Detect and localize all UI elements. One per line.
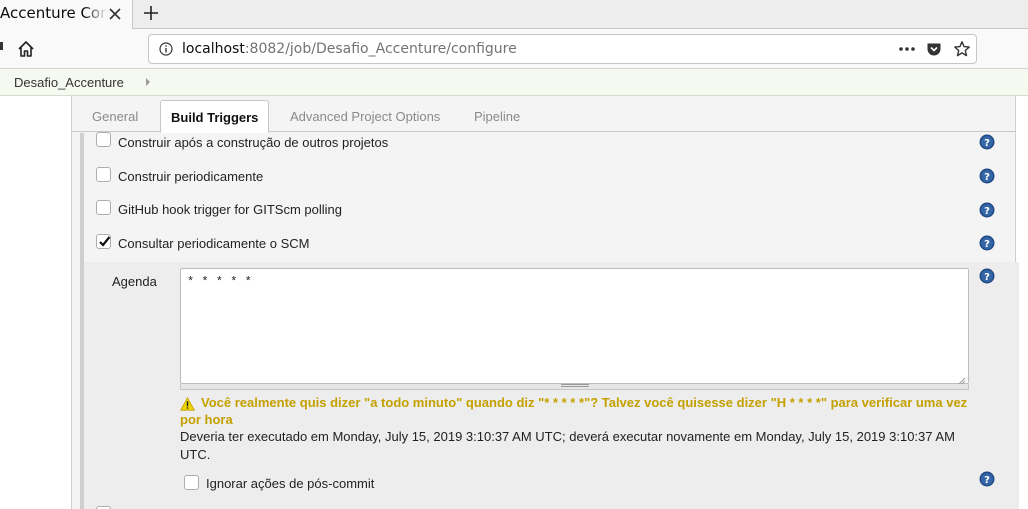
poll-scm-settings: Agenda * * * * * ? Você realmente quis d… (84, 262, 1019, 509)
browser-nav-bar: localhost:8082/job/Desafio_Accenture/con… (0, 29, 1028, 69)
schedule-textarea[interactable]: * * * * * (180, 268, 969, 384)
trigger-label: Consultar periodicamente o SCM (118, 236, 310, 251)
tab-general[interactable]: General (92, 100, 138, 132)
trigger-checkbox-poll-scm[interactable] (96, 234, 111, 249)
textarea-resize-grip-icon[interactable] (957, 374, 966, 385)
svg-text:?: ? (984, 206, 990, 217)
svg-text:?: ? (984, 138, 990, 149)
browser-tab[interactable]: Accenture Configuration (0, 0, 133, 29)
home-icon[interactable] (17, 40, 35, 58)
tab-build-triggers[interactable]: Build Triggers (160, 100, 270, 133)
help-icon[interactable]: ? (979, 235, 995, 251)
ignore-post-commit-checkbox[interactable] (184, 475, 199, 490)
help-icon[interactable]: ? (979, 134, 995, 150)
help-icon[interactable]: ? (979, 268, 995, 284)
schedule-warning: Você realmente quis dizer "a todo minuto… (180, 395, 968, 427)
trigger-label: Construir após a construção de outros pr… (118, 135, 389, 150)
trigger-checkbox-periodic-build[interactable] (96, 167, 111, 182)
help-icon[interactable]: ? (979, 471, 995, 487)
page-actions-icon[interactable] (897, 41, 917, 57)
build-triggers-section: Construir após a construção de outros pr… (80, 132, 1019, 509)
site-info-icon[interactable] (159, 42, 173, 56)
url-text[interactable]: localhost:8082/job/Desafio_Accenture/con… (182, 41, 517, 57)
textarea-expand-handle[interactable] (180, 384, 969, 390)
svg-text:?: ? (984, 239, 990, 250)
svg-text:?: ? (984, 475, 990, 486)
trigger-checkbox-after-other-projects[interactable] (96, 132, 111, 147)
tab-title-fade (84, 2, 108, 26)
breadcrumb-dropdown-icon[interactable] (146, 78, 150, 86)
schedule-label: Agenda (112, 274, 157, 289)
url-path: :8082/job/Desafio_Accenture/configure (244, 41, 517, 57)
address-bar[interactable]: localhost:8082/job/Desafio_Accenture/con… (148, 34, 977, 64)
tab-pipeline[interactable]: Pipeline (474, 100, 520, 132)
browser-tab-bar: Accenture Configuration (0, 0, 1028, 29)
back-button-edge[interactable] (0, 42, 3, 50)
svg-text:?: ? (984, 172, 990, 183)
config-tab-row: General Build Triggers Advanced Project … (72, 96, 1015, 133)
pocket-icon[interactable] (926, 41, 942, 57)
trigger-label: Construir periodicamente (118, 169, 264, 184)
ignore-post-commit-label: Ignorar ações de pós-commit (206, 476, 375, 491)
job-config-panel: General Build Triggers Advanced Project … (71, 96, 1019, 509)
breadcrumb: Desafio_Accenture (0, 69, 1028, 96)
schedule-value: * * * * * (187, 275, 252, 289)
close-tab-icon[interactable] (107, 6, 123, 22)
tab-advanced-project-options[interactable]: Advanced Project Options (290, 100, 440, 132)
bookmark-star-icon[interactable] (953, 40, 971, 58)
url-host: localhost (182, 41, 245, 57)
help-icon[interactable]: ? (979, 202, 995, 218)
help-icon[interactable]: ? (979, 168, 995, 184)
svg-text:?: ? (984, 272, 990, 283)
trigger-label: GitHub hook trigger for GITScm polling (118, 202, 342, 217)
schedule-run-info: Deveria ter executado em Monday, July 15… (180, 429, 955, 462)
trigger-checkbox-github-hook[interactable] (96, 200, 111, 215)
breadcrumb-item-job[interactable]: Desafio_Accenture (14, 75, 124, 90)
new-tab-icon[interactable] (141, 3, 161, 23)
expand-handle-grip-icon (561, 384, 589, 387)
